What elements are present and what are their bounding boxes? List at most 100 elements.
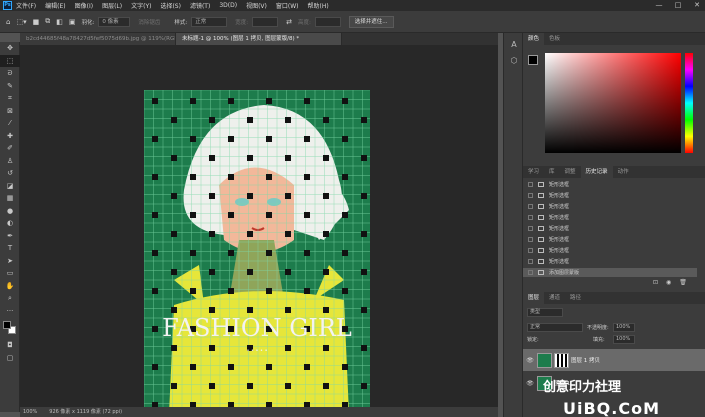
color-swatches-icon[interactable]: [0, 317, 20, 339]
menu-select[interactable]: 选择(S): [160, 1, 181, 10]
tab-paths[interactable]: 路径: [565, 292, 586, 304]
history-item[interactable]: 矩形选框: [523, 213, 697, 222]
history-item[interactable]: 矩形选框: [523, 246, 697, 255]
menu-image[interactable]: 图像(I): [75, 1, 93, 10]
blend-mode-select[interactable]: 正常: [527, 323, 583, 332]
feather-input[interactable]: 0 像素: [98, 16, 131, 27]
rectangle-tool-icon[interactable]: ▭: [0, 267, 20, 280]
trash-icon[interactable]: 🗑: [679, 279, 687, 286]
frame-tool-icon[interactable]: ⊠: [0, 105, 20, 118]
close-button[interactable]: ✕: [688, 0, 705, 11]
type-tool-icon[interactable]: T: [0, 242, 20, 255]
menu-type[interactable]: 文字(Y): [131, 1, 151, 10]
blur-tool-icon[interactable]: ●: [0, 205, 20, 218]
antialias-checkbox[interactable]: 消除锯齿: [138, 18, 160, 26]
menu-file[interactable]: 文件(F): [16, 1, 36, 10]
new-selection-icon[interactable]: ■: [33, 16, 40, 27]
visibility-eye-icon[interactable]: 👁: [523, 357, 537, 364]
history-checkbox[interactable]: [528, 248, 533, 253]
history-brush-tool-icon[interactable]: ↺: [0, 167, 20, 180]
history-item[interactable]: 添加图层蒙版: [523, 268, 697, 277]
history-item[interactable]: 矩形选框: [523, 180, 697, 189]
marquee-tool-icon[interactable]: ⬚: [0, 54, 20, 67]
quick-mask-icon[interactable]: ◘: [0, 339, 20, 352]
menu-3d[interactable]: 3D(D): [219, 2, 237, 9]
history-checkbox[interactable]: [528, 237, 533, 242]
menu-window[interactable]: 窗口(W): [276, 1, 299, 10]
crop-tool-icon[interactable]: ⌗: [0, 92, 20, 105]
pen-tool-icon[interactable]: ✒: [0, 230, 20, 243]
menu-edit[interactable]: 编辑(E): [45, 1, 65, 10]
dodge-tool-icon[interactable]: ◐: [0, 217, 20, 230]
select-and-mask-button[interactable]: 选择并遮住...: [348, 15, 394, 28]
tab-source-image[interactable]: b2cd44685f48a78427d5fef5075d69b.jpg @ 11…: [20, 33, 176, 45]
history-checkbox[interactable]: [528, 182, 533, 187]
zoom-level[interactable]: 100%: [23, 407, 37, 417]
menu-help[interactable]: 帮助(H): [308, 1, 329, 10]
maximize-button[interactable]: □: [669, 0, 687, 11]
gradient-tool-icon[interactable]: ▦: [0, 192, 20, 205]
tab-actions[interactable]: 动作: [613, 166, 634, 178]
minimize-button[interactable]: —: [650, 0, 668, 11]
hue-slider[interactable]: [685, 53, 693, 153]
subtract-selection-icon[interactable]: ◧: [56, 16, 63, 27]
layer-name[interactable]: 图层 1 拷贝: [571, 356, 600, 364]
document-canvas[interactable]: FASHION GIRL • • • • •: [144, 90, 370, 414]
brush-tool-icon[interactable]: ✐: [0, 142, 20, 155]
path-select-tool-icon[interactable]: ➤: [0, 255, 20, 268]
history-checkbox[interactable]: [528, 193, 533, 198]
home-icon[interactable]: ⌂: [6, 16, 10, 27]
history-item[interactable]: 矩形选框: [523, 191, 697, 200]
tab-color[interactable]: 颜色: [523, 33, 545, 45]
3d-panel-icon[interactable]: ⬡: [504, 53, 524, 69]
move-tool-icon[interactable]: ✥: [0, 42, 20, 55]
width-input[interactable]: [252, 16, 279, 27]
tab-history[interactable]: 历史记录: [580, 166, 613, 178]
history-checkbox[interactable]: [528, 226, 533, 231]
eraser-tool-icon[interactable]: ◪: [0, 180, 20, 193]
swap-dimensions-icon[interactable]: ⇄: [286, 16, 292, 27]
history-checkbox[interactable]: [528, 204, 533, 209]
add-selection-icon[interactable]: ⧉: [45, 16, 50, 27]
fill-input[interactable]: 100%: [613, 335, 635, 344]
foreground-swatch[interactable]: [528, 55, 538, 65]
layer-mask-thumbnail[interactable]: [554, 352, 569, 368]
tab-channels[interactable]: 通道: [544, 292, 565, 304]
history-item[interactable]: 矩形选框: [523, 224, 697, 233]
hand-tool-icon[interactable]: ✋: [0, 280, 20, 293]
more-tools-icon[interactable]: ···: [0, 305, 20, 318]
clone-stamp-tool-icon[interactable]: ♙: [0, 155, 20, 168]
lasso-tool-icon[interactable]: ᘐ: [0, 67, 20, 80]
layer-row-copy[interactable]: 👁 图层 1 拷贝: [523, 349, 705, 371]
style-select[interactable]: 正常: [191, 16, 228, 27]
healing-brush-tool-icon[interactable]: ✚: [0, 130, 20, 143]
intersect-selection-icon[interactable]: ▣: [69, 16, 76, 27]
height-input[interactable]: [314, 16, 341, 27]
tab-libraries[interactable]: 库: [544, 166, 560, 178]
menu-view[interactable]: 视图(V): [246, 1, 267, 10]
history-item[interactable]: 矩形选框: [523, 202, 697, 211]
history-item[interactable]: 矩形选框: [523, 235, 697, 244]
visibility-eye-icon[interactable]: 👁: [523, 380, 537, 387]
character-panel-icon[interactable]: A: [504, 37, 524, 53]
marquee-preset-icon[interactable]: ⬚▾: [16, 16, 26, 27]
tab-adjustments[interactable]: 调整: [560, 166, 581, 178]
opacity-input[interactable]: 100%: [613, 323, 635, 332]
color-picker-field[interactable]: [545, 53, 681, 153]
tab-learn[interactable]: 学习: [523, 166, 544, 178]
zoom-tool-icon[interactable]: ⌕: [0, 292, 20, 305]
tab-layers[interactable]: 图层: [523, 292, 545, 304]
history-checkbox[interactable]: [528, 215, 533, 220]
history-checkbox[interactable]: [528, 259, 533, 264]
history-checkbox[interactable]: [528, 270, 533, 275]
quick-select-tool-icon[interactable]: ✎: [0, 80, 20, 93]
eyedropper-tool-icon[interactable]: ⁄: [0, 117, 20, 130]
snapshot-icon[interactable]: ⊡: [653, 279, 658, 286]
screen-mode-icon[interactable]: ▢: [0, 352, 20, 365]
tab-untitled-1[interactable]: 未标题-1 @ 100% (图层 1 拷贝, 图层蒙版/8) *: [176, 33, 342, 45]
menu-filter[interactable]: 滤镜(T): [190, 1, 210, 10]
tab-swatches[interactable]: 色板: [544, 33, 565, 45]
layer-kind-filter[interactable]: 类型: [527, 308, 563, 317]
menu-layer[interactable]: 图层(L): [102, 1, 122, 10]
history-item[interactable]: 矩形选框: [523, 257, 697, 266]
